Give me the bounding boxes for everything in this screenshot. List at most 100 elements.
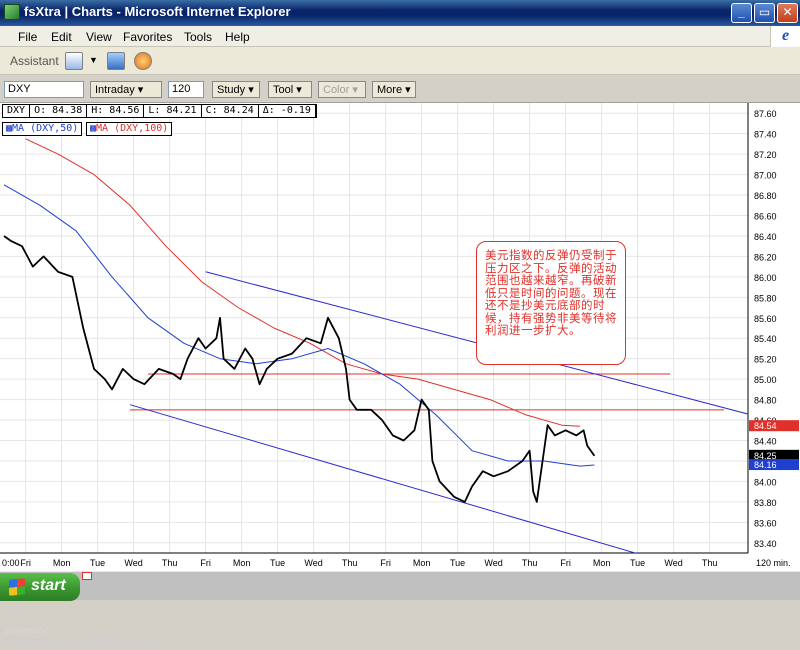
watermark-small: powered by	[6, 626, 48, 635]
y-tick-label: 84.40	[754, 437, 777, 447]
watermark-text: futuresourceXtra.com	[4, 633, 160, 650]
menu-edit[interactable]: Edit	[51, 30, 72, 44]
assistant-check-icon[interactable]	[65, 52, 83, 70]
x-tick-label: Thu	[522, 558, 538, 568]
y-tick-label: 87.20	[754, 150, 777, 160]
x-tick-label-first: 0:00	[2, 558, 20, 568]
y-tick-label: 85.80	[754, 293, 777, 303]
y-tick-label: 83.40	[754, 539, 777, 549]
windows-flag-icon	[9, 578, 25, 596]
interval-label: 120 min.	[756, 558, 791, 568]
y-tick-label: 85.60	[754, 314, 777, 324]
window-title: fsXtra | Charts - Microsoft Internet Exp…	[24, 4, 291, 19]
study-button[interactable]: Study ▾	[212, 81, 260, 98]
color-label: Color	[323, 84, 350, 96]
y-tick-label: 83.60	[754, 518, 777, 528]
chart-area[interactable]: 87.60 87.40 87.20 87.00 86.80 86.60 86.40 86.20…	[0, 103, 800, 650]
legend-symbol: DXY	[3, 105, 31, 117]
x-tick-label: Tue	[450, 558, 465, 568]
legend-high: H: 84.56	[87, 105, 145, 117]
analysis-annotation: 美元指数的反弹仍受制于压力区之下。反弹的活动范围也越来越窄。再破新低只是时间的问…	[476, 241, 626, 365]
period-select[interactable]: Intraday ▾	[90, 81, 162, 98]
ma100-legend: ▩MA (DXY,100)	[86, 122, 173, 136]
y-tick-label: 87.40	[754, 130, 777, 140]
legend-low: L: 84.21	[144, 105, 202, 117]
last-value-label: 84.54	[754, 421, 777, 431]
symbol-input[interactable]: DXY	[4, 81, 84, 98]
y-tick-label: 85.20	[754, 355, 777, 365]
plot-background	[0, 103, 748, 553]
y-tick-label: 87.00	[754, 171, 777, 181]
ie-logo-icon: e	[770, 26, 800, 47]
x-tick-label: Fri	[560, 558, 571, 568]
y-tick-label: 84.00	[754, 477, 777, 487]
y-tick-label: 85.40	[754, 334, 777, 344]
app-icon	[4, 4, 20, 20]
ohlc-legend: DXY O: 84.38 H: 84.56 L: 84.21 C: 84.24 Δ: -0…	[2, 104, 317, 118]
maximize-button[interactable]: ▭	[754, 3, 775, 23]
y-tick-label: 86.20	[754, 252, 777, 262]
x-tick-label: Fri	[380, 558, 391, 568]
more-label: More	[377, 84, 403, 96]
x-tick-label: Mon	[53, 558, 71, 568]
menu-bar: File Edit View Favorites Tools Help	[0, 26, 800, 47]
messenger-icon[interactable]	[107, 52, 125, 70]
color-button[interactable]: Color ▾	[318, 81, 366, 98]
x-tick-label: Mon	[413, 558, 431, 568]
taskbar-item-icon[interactable]	[82, 572, 92, 580]
menu-view[interactable]: View	[86, 30, 112, 44]
legend-close: C: 84.24	[202, 105, 259, 117]
taskbar: start	[0, 571, 800, 601]
menu-help[interactable]: Help	[225, 30, 250, 44]
x-tick-label: Mon	[593, 558, 611, 568]
research-icon[interactable]	[134, 52, 152, 70]
study-label: Study	[217, 84, 246, 96]
start-label: start	[31, 577, 66, 594]
minimize-button[interactable]: _	[731, 3, 752, 23]
y-tick-label: 84.80	[754, 396, 777, 406]
close-button[interactable]: ✕	[777, 3, 798, 23]
x-tick-label: Wed	[484, 558, 502, 568]
x-tick-label: Wed	[124, 558, 142, 568]
ma100-legend-label: MA (DXY,100)	[96, 123, 169, 134]
chart-toolbar: DXY Intraday ▾ 120 Study ▾ Tool ▾ Color …	[0, 75, 800, 103]
y-tick-label: 87.60	[754, 109, 777, 119]
menu-file[interactable]: File	[18, 30, 37, 44]
dropdown-arrow-icon[interactable]: ▼	[89, 55, 98, 65]
x-tick-label: Tue	[630, 558, 645, 568]
x-tick-label: Wed	[664, 558, 682, 568]
ma50-legend: ▩MA (DXY,50)	[2, 122, 83, 136]
tool-button[interactable]: Tool ▾	[268, 81, 312, 98]
y-tick-label: 86.60	[754, 212, 777, 222]
futuresource-watermark: powered by futuresourceXtra.com	[4, 626, 160, 650]
x-tick-label: Tue	[90, 558, 105, 568]
last-value-label: 84.16	[754, 460, 777, 470]
x-tick-label: Mon	[233, 558, 251, 568]
assistant-label: Assistant	[10, 54, 59, 68]
interval-input[interactable]: 120	[168, 81, 204, 98]
period-label: Intraday	[95, 84, 135, 96]
y-tick-label: 85.00	[754, 375, 777, 385]
ma50-legend-label: MA (DXY,50)	[12, 123, 79, 134]
more-button[interactable]: More ▾	[372, 81, 416, 98]
window-title-bar: fsXtra | Charts - Microsoft Internet Exp…	[0, 0, 800, 26]
start-button[interactable]: start	[0, 573, 80, 601]
x-tick-label: Thu	[162, 558, 178, 568]
legend-change: Δ: -0.19	[259, 105, 316, 117]
y-tick-label: 86.40	[754, 232, 777, 242]
menu-tools[interactable]: Tools	[184, 30, 212, 44]
x-tick-label: Wed	[304, 558, 322, 568]
assistant-toolbar: Assistant ▼	[0, 47, 800, 75]
menu-favorites[interactable]: Favorites	[123, 30, 172, 44]
y-tick-label: 86.00	[754, 273, 777, 283]
tool-label: Tool	[273, 84, 294, 96]
x-tick-label: Tue	[270, 558, 285, 568]
x-tick-label: Thu	[702, 558, 718, 568]
y-tick-label: 86.80	[754, 191, 777, 201]
x-tick-label: Fri	[20, 558, 31, 568]
y-tick-label: 83.80	[754, 498, 777, 508]
x-tick-label: Fri	[200, 558, 211, 568]
dxy-price-chart[interactable]: 87.60 87.40 87.20 87.00 86.80 86.60 86.40 86.20…	[0, 103, 800, 571]
legend-open: O: 84.38	[30, 105, 88, 117]
x-tick-label: Thu	[342, 558, 358, 568]
